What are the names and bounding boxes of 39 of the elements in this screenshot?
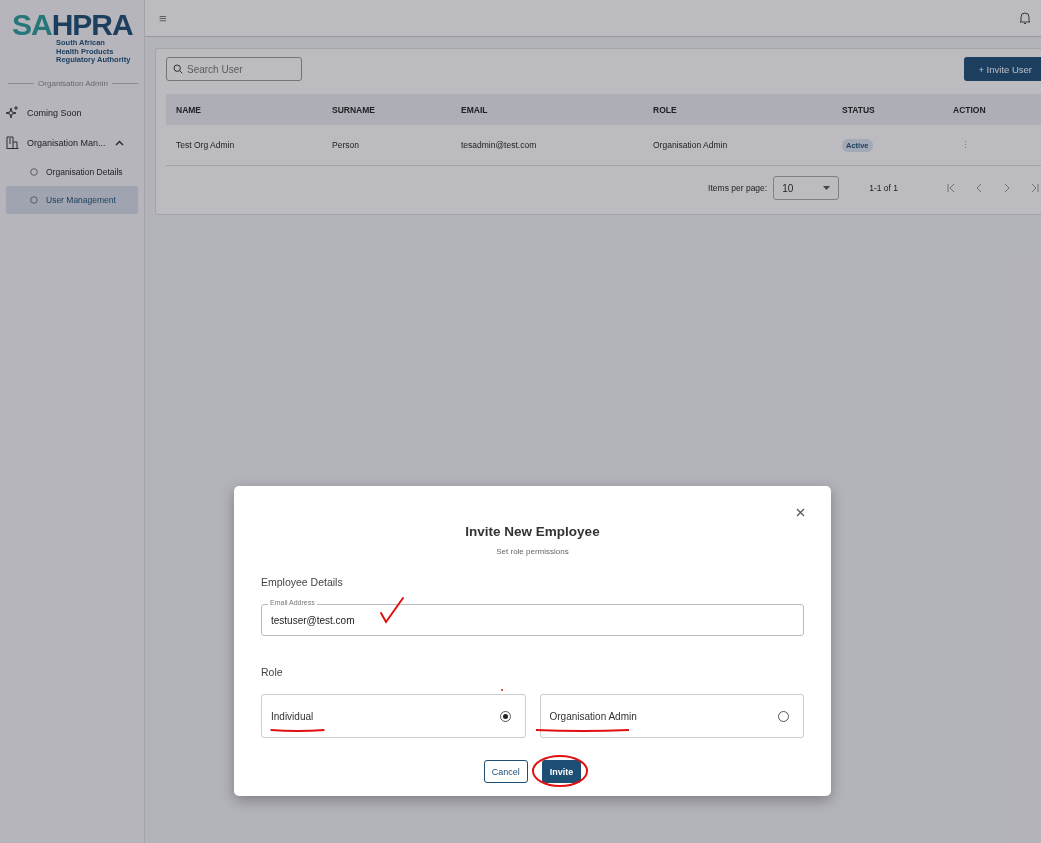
sidebar-item[interactable]: Organisation Man...: [0, 127, 144, 158]
search-icon: [173, 64, 183, 74]
table-cell: Person: [322, 125, 451, 166]
sidebar-item[interactable]: Coming Soon: [0, 97, 144, 128]
page-range: 1-1 of 1: [869, 183, 898, 193]
sidebar-subitem[interactable]: Organisation Details: [6, 157, 138, 186]
column-header: ROLE: [643, 94, 832, 125]
dialog-subtitle: Set role permissions: [495, 547, 570, 556]
bell-icon[interactable]: [1019, 11, 1031, 25]
sidebar-subitem[interactable]: User Management: [6, 185, 138, 214]
cancel-button[interactable]: Cancel: [483, 760, 528, 783]
column-header: ACTION: [943, 94, 1041, 125]
dialog-title: Invite New Employee: [464, 524, 601, 539]
column-header: NAME: [166, 94, 322, 125]
column-header: STATUS: [832, 94, 943, 125]
invite-button[interactable]: Invite: [541, 760, 582, 783]
dropdown-icon: [823, 186, 831, 190]
checkmark-annotation: [379, 596, 405, 624]
table-cell: tesadmin@test.com: [451, 125, 643, 166]
role-option[interactable]: Individual: [261, 694, 526, 738]
close-icon[interactable]: [796, 508, 805, 517]
circle-annotation: [529, 753, 590, 789]
email-field[interactable]: testuser@test.com: [261, 604, 804, 636]
items-per-page-label: Items per page:: [708, 183, 768, 193]
section-heading: Employee Details: [261, 576, 344, 588]
table-cell: Organisation Admin: [643, 125, 832, 166]
page-size-select[interactable]: 10: [773, 176, 840, 200]
building-icon: [6, 136, 19, 149]
search-field[interactable]: Search User: [166, 57, 302, 81]
column-header: SURNAME: [322, 94, 451, 125]
column-header: EMAIL: [451, 94, 643, 125]
table-cell: Test Org Admin: [166, 125, 322, 166]
circle-icon: [30, 195, 38, 204]
circle-icon: [30, 167, 38, 176]
invite-user-button[interactable]: + Invite User: [964, 57, 1041, 81]
section-heading: Role: [261, 666, 284, 678]
underline-annotation: [270, 728, 325, 733]
section-label: Organisation Admin: [38, 78, 108, 88]
sparkle-icon: [6, 106, 19, 119]
